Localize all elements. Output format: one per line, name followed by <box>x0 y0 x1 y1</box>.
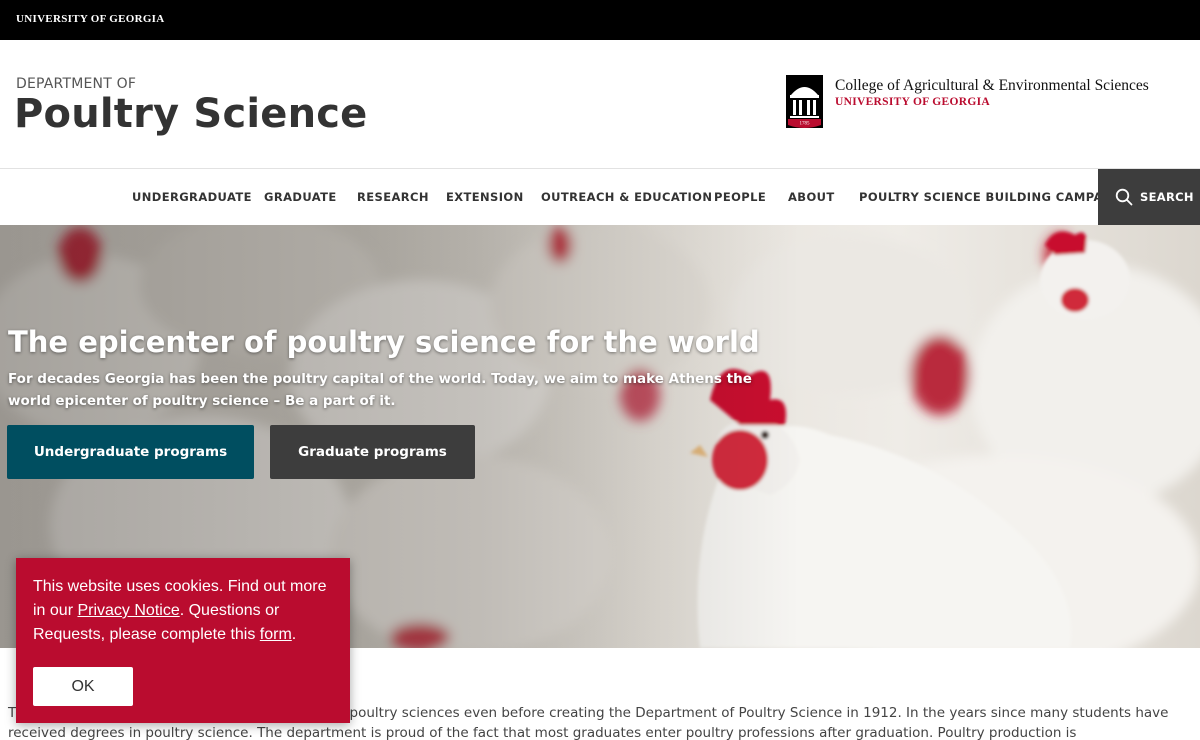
cookie-text-3: . <box>291 626 297 643</box>
college-university: UNIVERSITY OF GEORGIA <box>835 96 990 108</box>
college-name: College of Agricultural & Environmental … <box>835 77 1149 94</box>
search-label: SEARCH <box>1140 190 1194 204</box>
nav-item-outreach-education[interactable]: OUTREACH & EDUCATION <box>541 190 712 204</box>
search-button[interactable]: SEARCH <box>1098 169 1200 225</box>
nav-item-research[interactable]: RESEARCH <box>357 190 429 204</box>
university-link[interactable]: UNIVERSITY OF GEORGIA <box>16 13 165 25</box>
main-nav: UNDERGRADUATE GRADUATE RESEARCH EXTENSIO… <box>0 169 1200 225</box>
graduate-programs-button[interactable]: Graduate programs <box>270 425 475 479</box>
cookie-message: This website uses cookies. Find out more… <box>33 575 338 647</box>
department-of-label: DEPARTMENT OF <box>16 76 137 92</box>
cookie-ok-button[interactable]: OK <box>33 667 133 706</box>
arch-logo-icon: 1785 <box>786 75 823 128</box>
nav-item-extension[interactable]: EXTENSION <box>446 190 524 204</box>
nav-item-graduate[interactable]: GRADUATE <box>264 190 337 204</box>
request-form-link[interactable]: form <box>260 626 292 643</box>
nav-item-building-campaign[interactable]: POULTRY SCIENCE BUILDING CAMPAIGN <box>859 190 1127 204</box>
arch-year: 1785 <box>800 122 811 127</box>
nav-item-about[interactable]: ABOUT <box>788 190 835 204</box>
site-header: DEPARTMENT OF Poultry Science 1785 Colle… <box>0 40 1200 169</box>
nav-item-undergraduate[interactable]: UNDERGRADUATE <box>132 190 252 204</box>
department-title[interactable]: Poultry Science <box>14 91 368 137</box>
hero-title: The epicenter of poultry science for the… <box>8 325 760 359</box>
hero-subtitle: For decades Georgia has been the poultry… <box>8 371 752 409</box>
privacy-notice-link[interactable]: Privacy Notice <box>77 602 179 619</box>
top-bar: UNIVERSITY OF GEORGIA <box>0 0 1200 40</box>
nav-item-people[interactable]: PEOPLE <box>714 190 766 204</box>
search-icon <box>1115 188 1133 206</box>
undergraduate-programs-button[interactable]: Undergraduate programs <box>7 425 254 479</box>
cookie-banner: This website uses cookies. Find out more… <box>16 558 350 723</box>
college-logo[interactable]: 1785 College of Agricultural & Environme… <box>786 74 1186 130</box>
